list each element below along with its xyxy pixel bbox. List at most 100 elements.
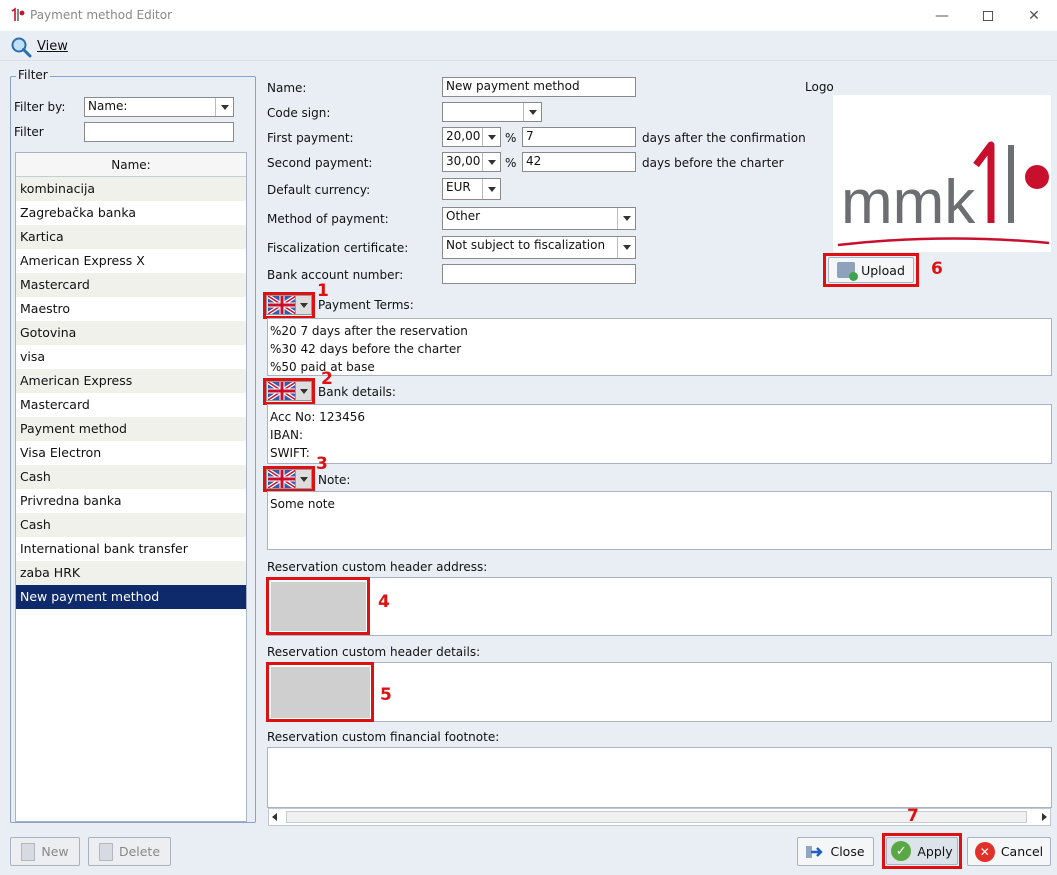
- list-item[interactable]: Kartica: [16, 225, 246, 249]
- new-label: New: [41, 844, 69, 859]
- uk-flag-icon: [268, 470, 296, 488]
- fiscal-select[interactable]: Not subject to fiscalization: [442, 236, 636, 259]
- delete-button[interactable]: Delete: [88, 837, 171, 866]
- maximize-button[interactable]: [965, 0, 1011, 31]
- language-flag-select[interactable]: [266, 469, 312, 489]
- cancel-button[interactable]: ✕ Cancel: [967, 837, 1051, 866]
- list-item[interactable]: Gotovina: [16, 321, 246, 345]
- method-select[interactable]: Other: [442, 207, 636, 230]
- filter-by-select[interactable]: Name:: [84, 97, 234, 117]
- annotation-number-4: 4: [378, 592, 390, 612]
- first-payment-label: First payment:: [267, 131, 354, 145]
- second-payment-suffix: days before the charter: [642, 156, 784, 170]
- annotation-number-3: 3: [316, 454, 328, 474]
- header-details-image: [271, 667, 370, 718]
- bank-details-line: SWIFT:: [270, 446, 310, 460]
- apply-button[interactable]: ✓ Apply: [886, 837, 958, 865]
- delete-label: Delete: [118, 844, 161, 859]
- chevron-down-icon[interactable]: [295, 470, 311, 488]
- chevron-down-icon[interactable]: [617, 208, 635, 229]
- bank-details-textarea[interactable]: Acc No: 123456 IBAN: SWIFT:: [267, 404, 1052, 464]
- list-item[interactable]: Privredna banka: [16, 489, 246, 513]
- list-item[interactable]: Cash: [16, 465, 246, 489]
- list-header-name[interactable]: Name:: [16, 153, 246, 177]
- chevron-down-icon[interactable]: [523, 103, 541, 121]
- second-payment-label: Second payment:: [267, 156, 373, 170]
- chevron-down-icon[interactable]: [482, 153, 500, 171]
- currency-select[interactable]: EUR: [442, 178, 501, 200]
- annotation-number-7: 7: [907, 806, 919, 826]
- list-item[interactable]: Payment method: [16, 417, 246, 441]
- name-input[interactable]: New payment method: [442, 77, 636, 97]
- first-payment-percent-select[interactable]: 20,00: [442, 127, 501, 147]
- minimize-button[interactable]: —: [919, 0, 965, 31]
- list-item[interactable]: American Express: [16, 369, 246, 393]
- list-item[interactable]: zaba HRK: [16, 561, 246, 585]
- new-button[interactable]: New: [10, 837, 80, 866]
- currency-value: EUR: [446, 180, 471, 194]
- list-item[interactable]: Mastercard: [16, 273, 246, 297]
- list-item[interactable]: visa: [16, 345, 246, 369]
- language-flag-select[interactable]: [266, 381, 312, 401]
- upload-label: Upload: [861, 262, 905, 278]
- filter-by-value: Name:: [88, 99, 128, 113]
- list-item[interactable]: Mastercard: [16, 393, 246, 417]
- menu-view[interactable]: View: [37, 39, 68, 54]
- payment-terms-line: %30 42 days before the charter: [270, 342, 462, 356]
- code-sign-select[interactable]: [442, 102, 542, 122]
- bank-details-line: Acc No: 123456: [270, 410, 365, 424]
- payment-terms-textarea[interactable]: %20 7 days after the reservation %30 42 …: [267, 318, 1052, 376]
- annotation-number-5: 5: [380, 685, 392, 705]
- note-textarea[interactable]: Some note: [267, 491, 1052, 550]
- first-payment-days-input[interactable]: 7: [522, 127, 636, 147]
- close-button[interactable]: Close: [797, 837, 874, 866]
- footnote-textarea[interactable]: [267, 747, 1052, 808]
- cancel-icon: ✕: [974, 841, 995, 862]
- annotation-number-6: 6: [931, 259, 943, 279]
- fiscal-label: Fiscalization certificate:: [267, 241, 409, 255]
- filter-label: Filter: [14, 125, 44, 139]
- upload-button[interactable]: Upload: [828, 257, 914, 283]
- list-items: kombinacija Zagrebačka banka Kartica Ame…: [16, 177, 246, 609]
- list-item[interactable]: Maestro: [16, 297, 246, 321]
- filter-by-label: Filter by:: [14, 100, 66, 114]
- second-payment-percent-select[interactable]: 30,00: [442, 152, 501, 172]
- chevron-down-icon[interactable]: [617, 237, 635, 258]
- payment-method-list: Name: kombinacija Zagrebačka banka Karti…: [15, 152, 247, 822]
- menu-bar: [0, 31, 1057, 61]
- scroll-left-icon[interactable]: [272, 813, 277, 821]
- payment-terms-label: Payment Terms:: [318, 298, 414, 312]
- close-window-button[interactable]: ✕: [1011, 0, 1057, 31]
- list-item[interactable]: Cash: [16, 513, 246, 537]
- chevron-down-icon[interactable]: [295, 296, 311, 314]
- list-item[interactable]: International bank transfer: [16, 537, 246, 561]
- code-sign-label: Code sign:: [267, 106, 331, 120]
- chevron-down-icon[interactable]: [295, 382, 311, 400]
- method-value: Other: [446, 209, 481, 223]
- scroll-right-icon[interactable]: [1042, 813, 1047, 821]
- bank-account-input[interactable]: [442, 264, 636, 284]
- fiscal-value: Not subject to fiscalization: [446, 238, 606, 252]
- filter-input[interactable]: [84, 122, 234, 142]
- list-item[interactable]: kombinacija: [16, 177, 246, 201]
- list-item[interactable]: Zagrebačka banka: [16, 201, 246, 225]
- header-address-image: [271, 582, 366, 631]
- magnifier-icon[interactable]: [10, 36, 32, 58]
- list-item[interactable]: American Express X: [16, 249, 246, 273]
- delete-document-icon: [98, 842, 113, 861]
- first-payment-suffix: days after the confirmation: [642, 131, 806, 145]
- list-item[interactable]: Visa Electron: [16, 441, 246, 465]
- list-item-selected[interactable]: New payment method: [16, 585, 246, 609]
- cancel-label: Cancel: [1000, 844, 1044, 859]
- bank-account-label: Bank account number:: [267, 268, 404, 282]
- note-text: Some note: [270, 497, 335, 511]
- apply-label: Apply: [917, 843, 953, 859]
- chevron-down-icon[interactable]: [482, 179, 500, 199]
- new-document-icon: [21, 842, 36, 861]
- second-payment-days-input[interactable]: 42: [522, 152, 636, 172]
- chevron-down-icon[interactable]: [215, 98, 233, 116]
- bank-details-label: Bank details:: [318, 385, 396, 399]
- chevron-down-icon[interactable]: [482, 128, 500, 146]
- horizontal-scrollbar[interactable]: [268, 808, 1051, 826]
- language-flag-select[interactable]: [266, 295, 312, 315]
